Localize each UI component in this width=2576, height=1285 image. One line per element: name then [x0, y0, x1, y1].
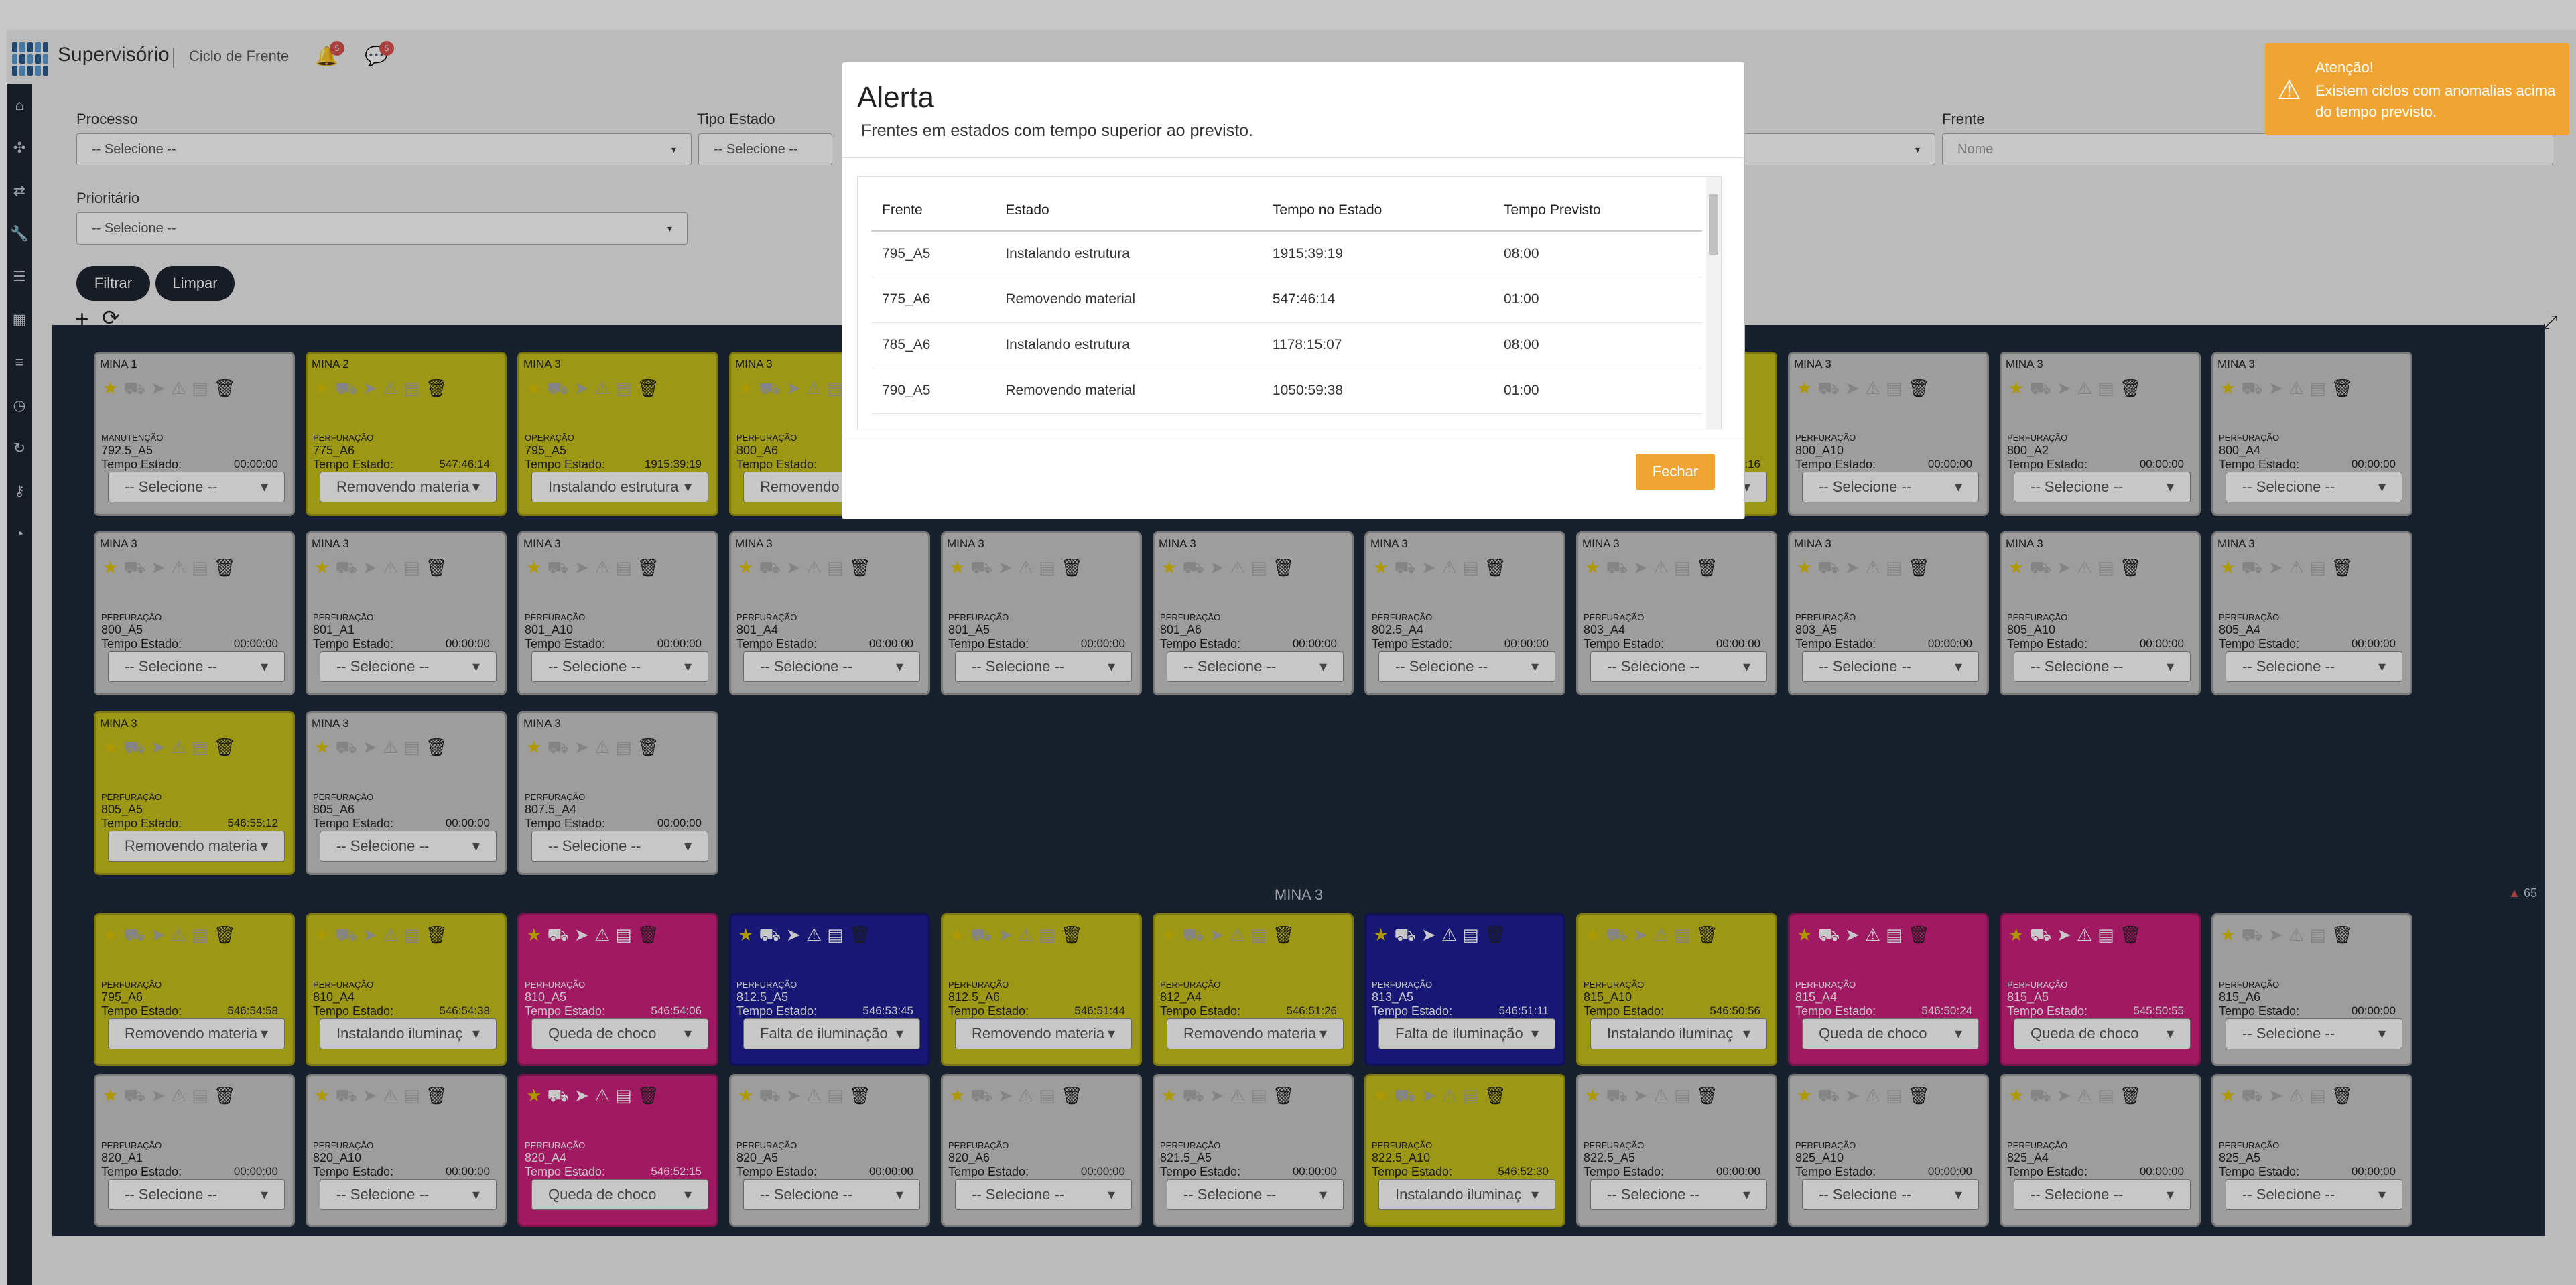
table-cell: Removendo material — [994, 368, 1262, 414]
table-header-row: Frente Estado Tempo no Estado Tempo Previst… — [871, 190, 1702, 232]
warning-icon: ⚠ — [2277, 76, 2301, 105]
toast-message: Existem ciclos com anomalias acima do te… — [2315, 82, 2556, 120]
alert-table-container[interactable]: Frente Estado Tempo no Estado Tempo Previst… — [857, 176, 1722, 429]
column-header: Frente — [871, 190, 995, 232]
table-cell: 795_A5 — [871, 231, 995, 277]
table-cell: 08:00 — [1492, 231, 1702, 277]
modal-subtitle: Frentes em estados com tempo superior ao… — [861, 121, 1253, 140]
table-row: 790_A5 Removendo material 1050:59:38 01:00 — [871, 368, 1702, 414]
close-button[interactable]: Fechar — [1636, 454, 1715, 490]
table-cell: 01:00 — [1492, 368, 1702, 414]
warning-toast[interactable]: ⚠ Atenção! Existem ciclos com anomalias … — [2265, 43, 2569, 135]
table-cell: 547:46:14 — [1261, 277, 1493, 323]
alert-table: Frente Estado Tempo no Estado Tempo Previst… — [871, 190, 1702, 414]
table-cell: 1178:15:07 — [1261, 322, 1493, 368]
table-cell: 08:00 — [1492, 322, 1702, 368]
table-cell: 1050:59:38 — [1261, 368, 1493, 414]
table-cell: 775_A6 — [871, 277, 995, 323]
table-cell: 01:00 — [1492, 277, 1702, 323]
table-cell: 790_A5 — [871, 368, 995, 414]
table-row: 795_A5 Instalando estrutura 1915:39:19 08:0… — [871, 231, 1702, 277]
alert-modal: Alerta Frentes em estados com tempo supe… — [842, 62, 1745, 519]
modal-title: Alerta — [857, 81, 934, 114]
table-cell: Instalando estrutura — [994, 322, 1262, 368]
table-row: 775_A6 Removendo material 547:46:14 01:00 — [871, 277, 1702, 323]
table-body: 795_A5 Instalando estrutura 1915:39:19 08:0… — [871, 231, 1702, 414]
table-cell: 1915:39:19 — [1261, 231, 1493, 277]
table-cell: Removendo material — [994, 277, 1262, 323]
table-cell: 785_A6 — [871, 322, 995, 368]
divider — [842, 157, 1744, 158]
scrollbar-thumb[interactable] — [1709, 194, 1718, 255]
table-cell: Instalando estrutura — [994, 231, 1262, 277]
table-scrollbar[interactable] — [1706, 177, 1721, 429]
toast-title: Atenção! — [2315, 59, 2374, 76]
column-header: Tempo no Estado — [1261, 190, 1493, 232]
column-header: Estado — [994, 190, 1262, 232]
column-header: Tempo Previsto — [1492, 190, 1702, 232]
table-row: 785_A6 Instalando estrutura 1178:15:07 08:0… — [871, 322, 1702, 368]
